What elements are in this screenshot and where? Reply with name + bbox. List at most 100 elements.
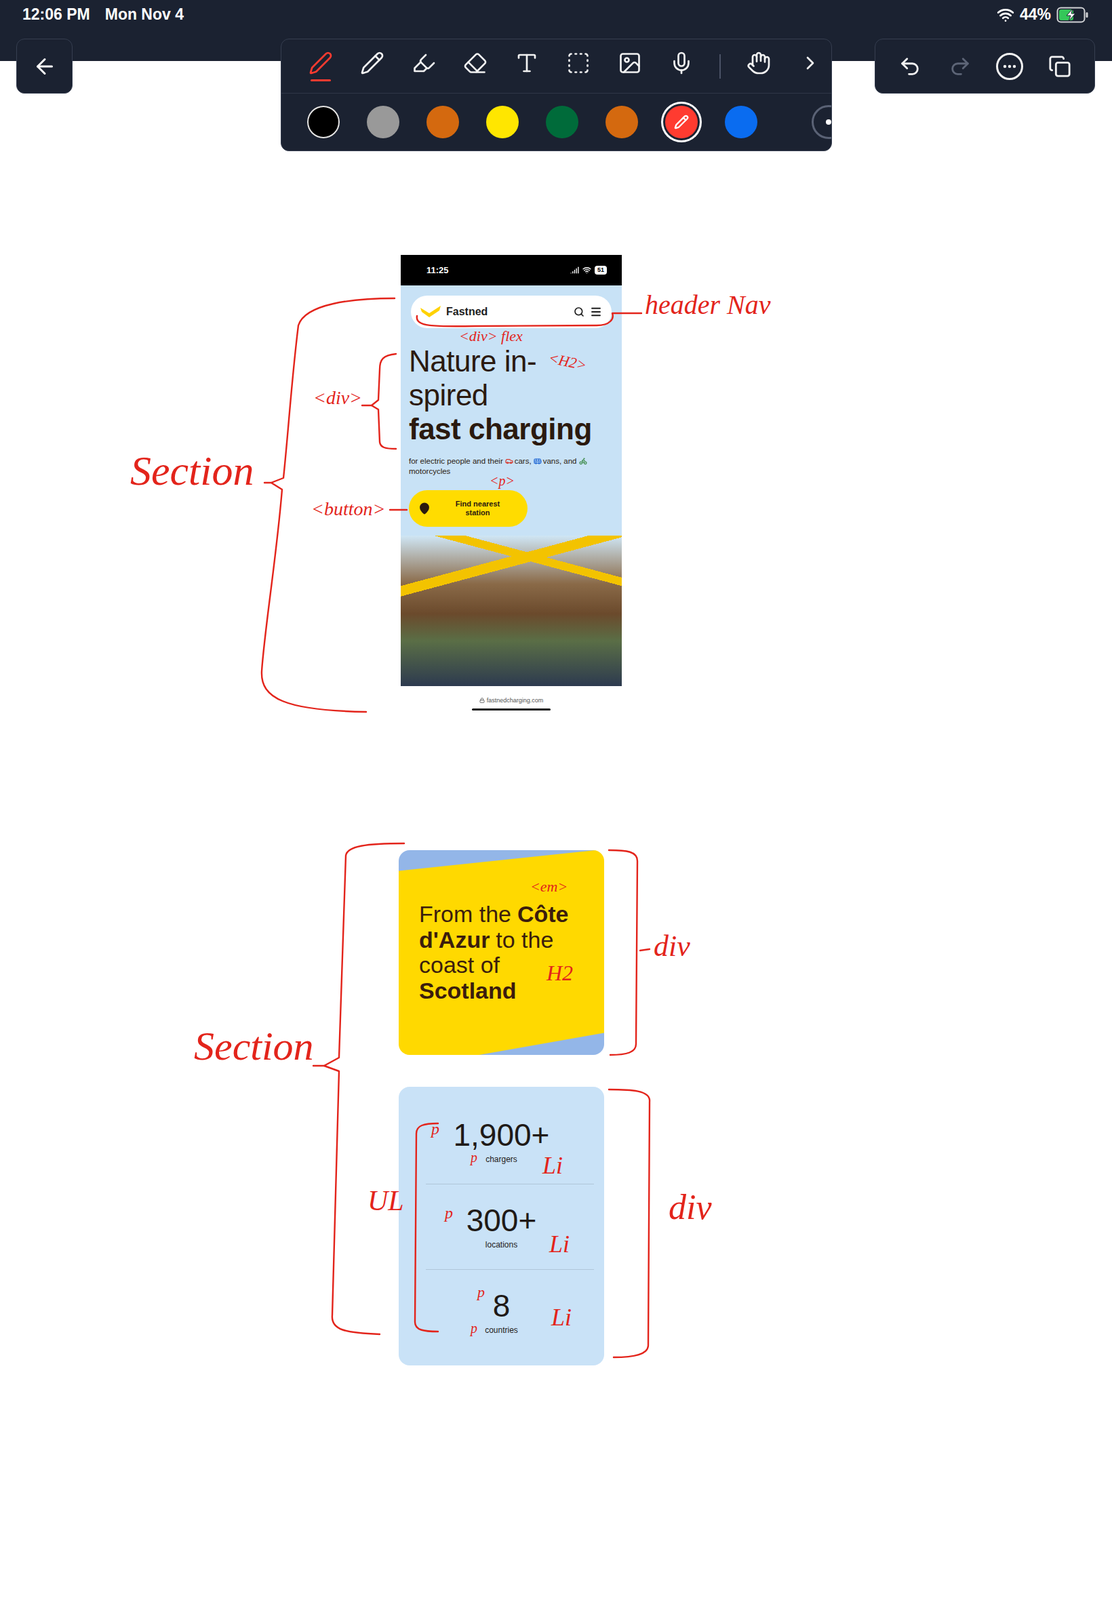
tool-underline bbox=[671, 79, 692, 82]
stat-item: 300+locations bbox=[398, 1183, 605, 1270]
tool-button[interactable] bbox=[564, 44, 592, 89]
handwritten-note: p bbox=[470, 1149, 478, 1165]
handwritten-note: p bbox=[431, 1120, 440, 1138]
find-station-button[interactable]: Find nearest station bbox=[408, 490, 528, 527]
stat-value: 300+ bbox=[466, 1203, 538, 1239]
phone-status-bar: 11:2551 bbox=[400, 254, 622, 286]
stat-label: chargers bbox=[485, 1154, 518, 1165]
color-swatch[interactable] bbox=[366, 105, 400, 139]
tool-button[interactable] bbox=[745, 44, 773, 89]
subtitle-text: vans, and bbox=[543, 457, 578, 466]
tool-button[interactable] bbox=[667, 44, 695, 89]
handwritten-note: <div> bbox=[313, 387, 363, 409]
tool-button[interactable] bbox=[410, 44, 438, 89]
site-logo[interactable]: Fastned bbox=[446, 305, 569, 319]
tool-underline bbox=[516, 79, 538, 82]
pen-icon bbox=[308, 50, 333, 76]
color-swatch[interactable] bbox=[665, 105, 698, 139]
pencil-icon bbox=[360, 50, 385, 76]
battery-percent: 44% bbox=[1019, 5, 1051, 24]
tool-panel bbox=[280, 38, 832, 152]
button-dash bbox=[389, 509, 407, 511]
card-div-bracket bbox=[608, 850, 638, 1056]
browser-footer: fastnedcharging.com bbox=[400, 686, 622, 717]
handwritten-note: Li bbox=[551, 1304, 572, 1332]
subtitle-text: for electric people and their bbox=[408, 457, 504, 466]
tool-button[interactable] bbox=[461, 44, 489, 89]
stats-card: 1,900+chargers300+locations8countries bbox=[398, 1086, 605, 1366]
tool-button[interactable] bbox=[616, 44, 644, 89]
search-icon[interactable] bbox=[573, 306, 585, 318]
coverage-line: d'Azurto the bbox=[419, 927, 584, 954]
handwritten-note: <p> bbox=[489, 473, 515, 489]
tool-underline bbox=[748, 79, 769, 82]
status-right: 44% bbox=[996, 5, 1089, 24]
back-button[interactable] bbox=[16, 38, 73, 94]
stroke-size-button[interactable] bbox=[811, 105, 832, 139]
more-button[interactable] bbox=[993, 50, 1026, 83]
redo-button[interactable] bbox=[943, 50, 977, 83]
color-swatch[interactable] bbox=[426, 105, 460, 139]
card-div-dash bbox=[640, 949, 650, 951]
coverage-screenshot: From theCôted'Azurto thecoast ofScotland bbox=[398, 850, 605, 1056]
section-dash bbox=[264, 482, 272, 484]
handwritten-note: header Nav bbox=[644, 290, 771, 321]
coverage-text: From the bbox=[419, 901, 512, 928]
tool-button[interactable] bbox=[513, 44, 541, 89]
stat-item: 8countries bbox=[398, 1269, 605, 1355]
phone-status-icons: 51 bbox=[570, 265, 607, 275]
home-indicator bbox=[471, 708, 551, 711]
undo-button[interactable] bbox=[893, 50, 927, 83]
fastned-logo-icon bbox=[420, 305, 441, 319]
tool-underline bbox=[619, 79, 641, 82]
section-two-dash bbox=[313, 1065, 325, 1067]
coverage-card: From theCôted'Azurto thecoast ofScotland bbox=[398, 850, 605, 1056]
car-icon bbox=[505, 457, 514, 466]
stats-div-bracket bbox=[608, 1089, 650, 1358]
highlighter-icon bbox=[411, 50, 436, 76]
more-tools-button[interactable] bbox=[796, 44, 824, 89]
eraser-icon bbox=[463, 50, 488, 76]
car-glyph-icon bbox=[505, 457, 514, 466]
color-swatch[interactable] bbox=[724, 105, 758, 139]
tool-button[interactable] bbox=[307, 44, 335, 89]
undo-icon bbox=[898, 54, 922, 78]
note-page: 12:06 PMMon Nov 444%11:2551FastnedNature… bbox=[0, 0, 1112, 1600]
map-pin-icon bbox=[418, 502, 431, 515]
van-icon bbox=[533, 457, 542, 466]
handwritten-note: p bbox=[444, 1204, 453, 1222]
phone-wifi-icon bbox=[582, 265, 592, 275]
motorcycle-icon bbox=[579, 457, 588, 466]
coverage-text: to the bbox=[495, 927, 554, 954]
stat-value: 1,900+ bbox=[453, 1118, 550, 1153]
pages-button[interactable] bbox=[1043, 50, 1077, 83]
handwritten-note: div bbox=[653, 930, 691, 963]
color-swatch[interactable] bbox=[307, 105, 340, 139]
wifi-icon bbox=[996, 6, 1015, 24]
hero-title-bold: fast charging bbox=[408, 412, 614, 447]
menu-icon[interactable] bbox=[589, 305, 603, 319]
tool-button[interactable] bbox=[358, 44, 386, 89]
stat-label: locations bbox=[485, 1239, 518, 1251]
ellipsis-icon bbox=[1001, 58, 1018, 75]
color-swatch[interactable] bbox=[605, 105, 639, 139]
tool-underline bbox=[800, 77, 821, 81]
coverage-section-bracket bbox=[324, 843, 405, 1335]
handwritten-note: div bbox=[668, 1187, 712, 1227]
site-header: Fastned bbox=[410, 295, 612, 329]
handwritten-note: UL bbox=[367, 1185, 405, 1217]
battery-icon bbox=[1056, 6, 1089, 24]
color-swatch[interactable] bbox=[486, 105, 519, 139]
color-swatch[interactable] bbox=[545, 105, 579, 139]
handwritten-note: p bbox=[470, 1320, 478, 1336]
subtitle-text: cars, bbox=[514, 457, 532, 466]
lock-icon bbox=[479, 697, 485, 704]
stat-value: 8 bbox=[492, 1288, 511, 1324]
subtitle-text: motorcycles bbox=[408, 467, 451, 476]
stat-label: countries bbox=[484, 1324, 519, 1336]
handwritten-note: H2 bbox=[546, 961, 573, 986]
hero-section-bracket bbox=[261, 298, 395, 712]
image-icon bbox=[617, 50, 643, 76]
ul-bracket bbox=[414, 1123, 439, 1332]
status-left: 12:06 PMMon Nov 4 bbox=[22, 5, 184, 24]
